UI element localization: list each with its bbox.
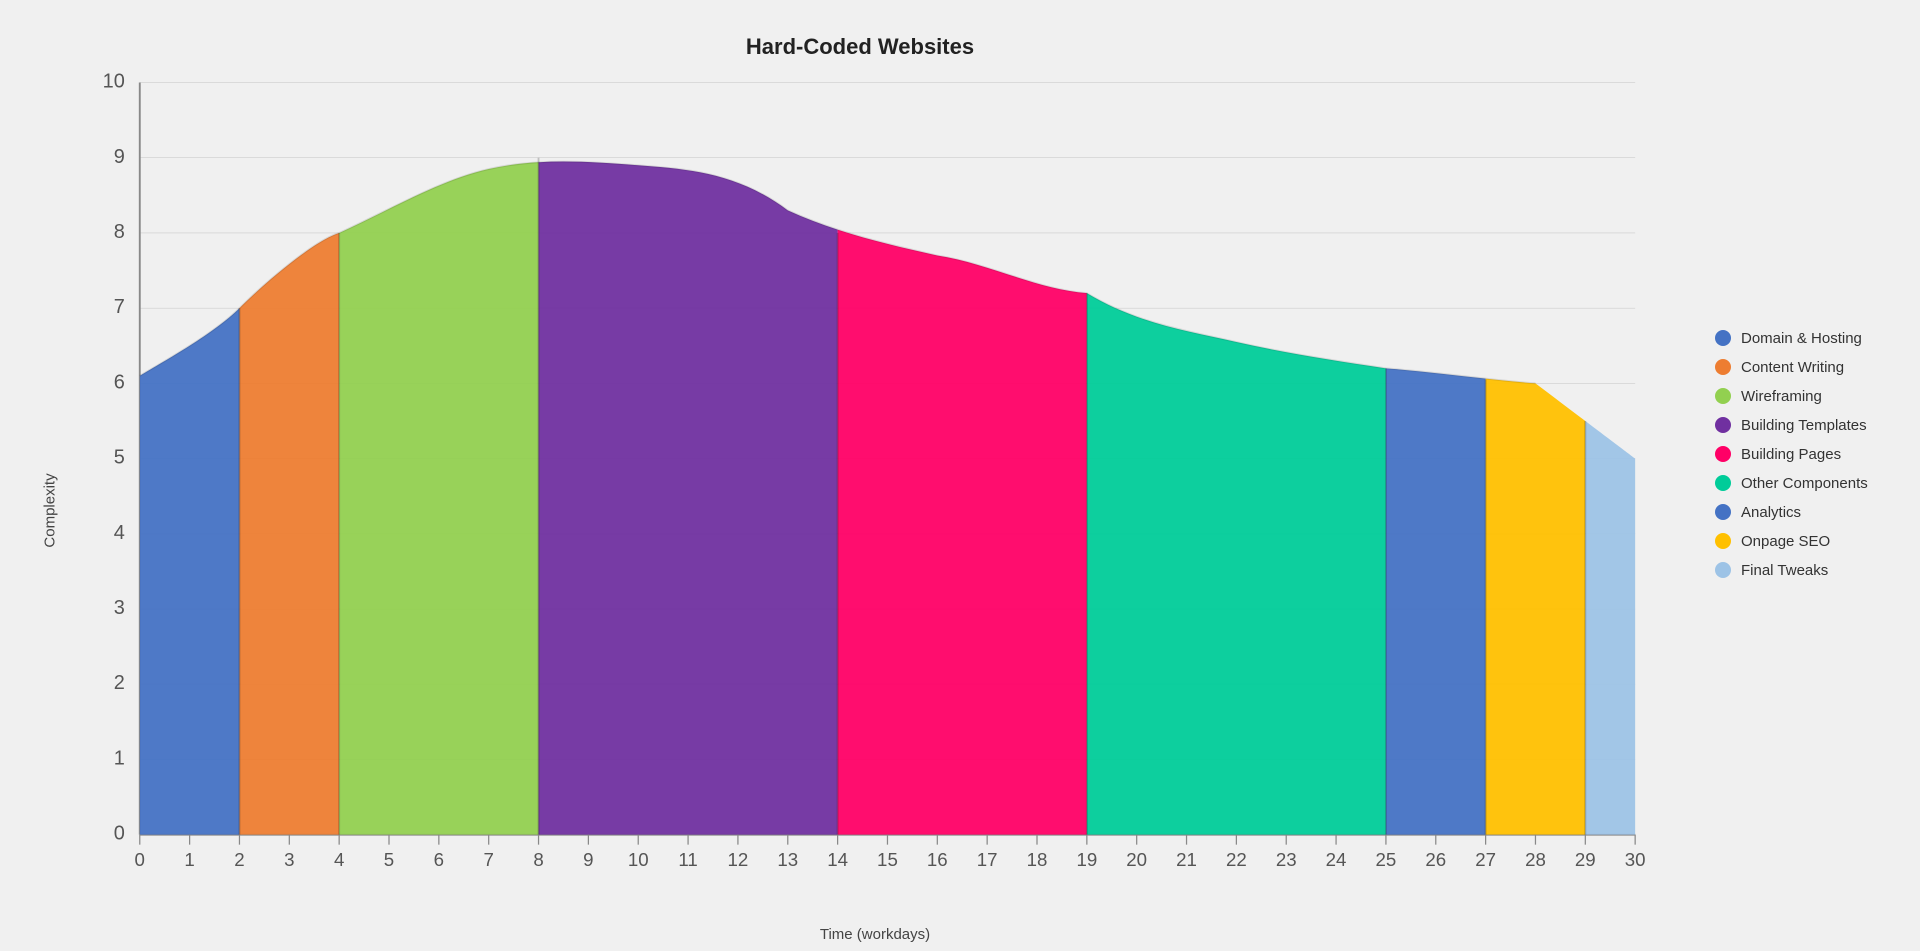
svg-text:1: 1 <box>184 849 194 870</box>
chart-wrapper: Hard-Coded Websites Complexity <box>35 34 1885 874</box>
legend-label-domain-hosting: Domain & Hosting <box>1741 330 1862 347</box>
chart-title: Hard-Coded Websites <box>746 34 974 60</box>
legend-dot-analytics <box>1715 504 1731 520</box>
svg-text:13: 13 <box>777 849 798 870</box>
svg-text:16: 16 <box>927 849 948 870</box>
chart-container: Hard-Coded Websites Complexity <box>0 0 1920 908</box>
legend-dot-building-pages <box>1715 446 1731 462</box>
legend-item-final-tweaks: Final Tweaks <box>1715 562 1885 579</box>
chart-area: Hard-Coded Websites Complexity <box>35 34 1685 874</box>
svg-text:7: 7 <box>114 296 125 318</box>
svg-text:22: 22 <box>1226 849 1247 870</box>
svg-text:5: 5 <box>114 447 125 469</box>
svg-text:29: 29 <box>1575 849 1596 870</box>
legend-item-building-pages: Building Pages <box>1715 446 1885 463</box>
svg-text:28: 28 <box>1525 849 1546 870</box>
legend-label-content-writing: Content Writing <box>1741 359 1844 376</box>
chart-svg: 0 1 2 3 4 5 6 7 8 9 10 <box>65 70 1685 922</box>
svg-text:14: 14 <box>827 849 848 870</box>
svg-text:30: 30 <box>1625 849 1646 870</box>
legend-dot-domain-hosting <box>1715 330 1731 346</box>
plot-area-container: 0 1 2 3 4 5 6 7 8 9 10 <box>65 70 1685 951</box>
svg-text:3: 3 <box>114 597 125 619</box>
plot-area: 0 1 2 3 4 5 6 7 8 9 10 <box>65 70 1685 922</box>
legend-label-wireframing: Wireframing <box>1741 388 1822 405</box>
legend-label-analytics: Analytics <box>1741 504 1801 521</box>
x-axis-label: Time (workdays) <box>65 926 1685 951</box>
chart-inner: Complexity <box>35 70 1685 951</box>
legend-item-building-templates: Building Templates <box>1715 417 1885 434</box>
legend-dot-other-components <box>1715 475 1731 491</box>
svg-text:9: 9 <box>114 146 125 168</box>
svg-text:0: 0 <box>114 823 125 845</box>
svg-text:0: 0 <box>135 849 145 870</box>
legend-dot-building-templates <box>1715 417 1731 433</box>
svg-text:23: 23 <box>1276 849 1297 870</box>
legend-dot-onpage-seo <box>1715 533 1731 549</box>
legend-label-building-templates: Building Templates <box>1741 417 1867 434</box>
svg-text:5: 5 <box>384 849 394 870</box>
svg-text:12: 12 <box>728 849 749 870</box>
svg-text:1: 1 <box>114 747 125 769</box>
svg-text:25: 25 <box>1376 849 1397 870</box>
svg-text:2: 2 <box>114 672 125 694</box>
legend-dot-content-writing <box>1715 359 1731 375</box>
svg-text:15: 15 <box>877 849 898 870</box>
legend-dot-final-tweaks <box>1715 562 1731 578</box>
svg-text:6: 6 <box>114 371 125 393</box>
y-axis-label: Complexity <box>42 474 59 548</box>
legend-item-wireframing: Wireframing <box>1715 388 1885 405</box>
svg-text:4: 4 <box>334 849 344 870</box>
svg-text:27: 27 <box>1475 849 1496 870</box>
svg-text:24: 24 <box>1326 849 1347 870</box>
legend-item-content-writing: Content Writing <box>1715 359 1885 376</box>
svg-text:4: 4 <box>114 522 125 544</box>
svg-text:10: 10 <box>628 849 649 870</box>
legend-item-other-components: Other Components <box>1715 475 1885 492</box>
svg-text:20: 20 <box>1126 849 1147 870</box>
legend-label-final-tweaks: Final Tweaks <box>1741 562 1828 579</box>
legend-label-other-components: Other Components <box>1741 475 1868 492</box>
svg-text:7: 7 <box>483 849 493 870</box>
y-axis-label-container: Complexity <box>35 70 65 951</box>
legend: Domain & Hosting Content Writing Wirefra… <box>1685 330 1885 579</box>
svg-text:21: 21 <box>1176 849 1197 870</box>
svg-text:9: 9 <box>583 849 593 870</box>
legend-label-building-pages: Building Pages <box>1741 446 1841 463</box>
svg-text:2: 2 <box>234 849 244 870</box>
svg-text:11: 11 <box>678 849 697 870</box>
legend-label-onpage-seo: Onpage SEO <box>1741 533 1830 550</box>
svg-text:8: 8 <box>114 221 125 243</box>
svg-text:8: 8 <box>533 849 543 870</box>
svg-text:3: 3 <box>284 849 294 870</box>
svg-text:18: 18 <box>1027 849 1048 870</box>
legend-item-domain-hosting: Domain & Hosting <box>1715 330 1885 347</box>
svg-text:17: 17 <box>977 849 998 870</box>
svg-text:10: 10 <box>103 70 125 92</box>
legend-item-onpage-seo: Onpage SEO <box>1715 533 1885 550</box>
svg-text:6: 6 <box>434 849 444 870</box>
legend-dot-wireframing <box>1715 388 1731 404</box>
svg-text:19: 19 <box>1076 849 1097 870</box>
legend-item-analytics: Analytics <box>1715 504 1885 521</box>
svg-text:26: 26 <box>1425 849 1446 870</box>
